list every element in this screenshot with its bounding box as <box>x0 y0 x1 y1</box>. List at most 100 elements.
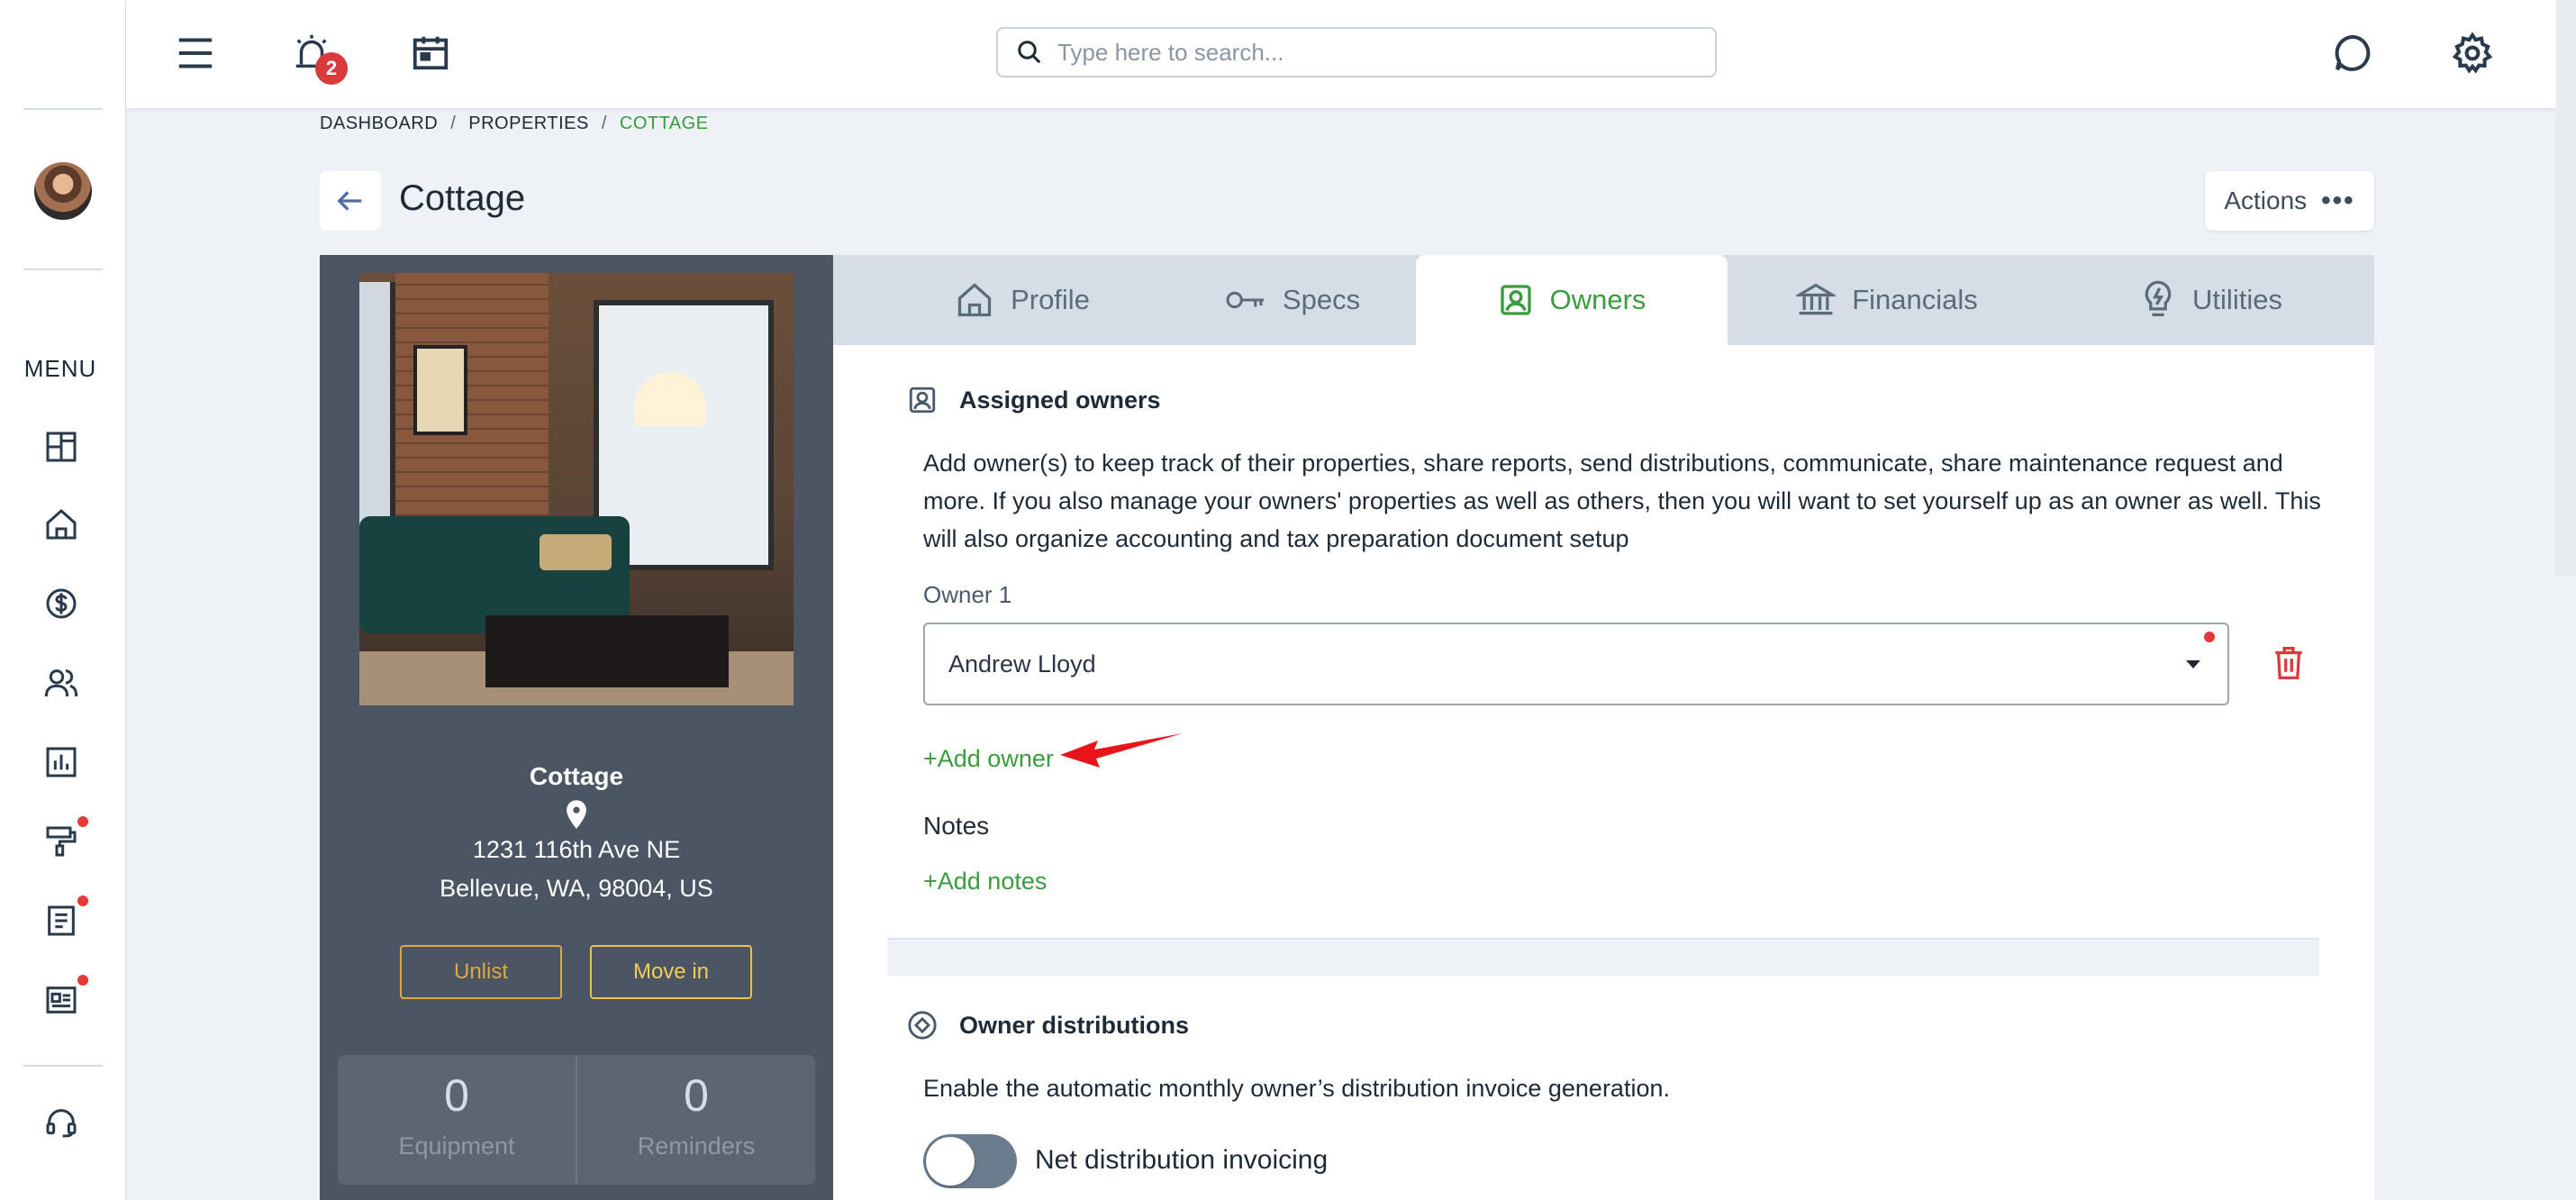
stat-reminders[interactable]: 0 Reminders <box>576 1055 815 1185</box>
lightbulb-icon <box>2145 280 2172 317</box>
net-distribution-label: Net distribution invoicing <box>1035 1145 1329 1175</box>
notification-dot <box>77 816 88 827</box>
sidebar-item-people[interactable] <box>41 663 81 703</box>
tab-owners[interactable]: Owners <box>1416 255 1728 345</box>
property-tabs: Profile Specs Owners Financials Utilitie… <box>833 255 2374 345</box>
alerts-count-badge: 2 <box>315 52 348 85</box>
messages-button[interactable] <box>2329 29 2378 77</box>
toggle-knob <box>926 1137 975 1186</box>
owner-1-value: Andrew Lloyd <box>948 650 1096 677</box>
home-icon <box>957 283 992 317</box>
breadcrumb-properties[interactable]: PROPERTIES <box>468 114 589 133</box>
net-distribution-toggle[interactable] <box>923 1134 1017 1188</box>
owner-distributions-header: Owner distributions <box>907 1010 1189 1041</box>
notification-dot <box>77 975 88 986</box>
sidebar-item-support[interactable] <box>41 1103 81 1142</box>
unlist-button[interactable]: Unlist <box>400 945 562 999</box>
address-line-1: 1231 116th Ave NE <box>472 836 681 863</box>
key-icon <box>1226 291 1264 309</box>
move-in-button[interactable]: Move in <box>590 945 752 999</box>
section-title: Assigned owners <box>959 386 1161 414</box>
add-notes-link[interactable]: +Add notes <box>923 868 1047 895</box>
home-icon <box>46 508 77 540</box>
hamburger-icon <box>178 38 213 68</box>
add-owner-link[interactable]: +Add owner <box>923 745 1054 773</box>
avatar[interactable] <box>34 162 92 220</box>
tab-financials[interactable]: Financials <box>1734 255 2040 345</box>
dashboard-icon <box>46 432 77 462</box>
actions-label: Actions <box>2224 186 2308 214</box>
tab-specs[interactable]: Specs <box>1166 255 1419 345</box>
stat-value: 0 <box>684 1070 709 1121</box>
sidebar-item-properties[interactable] <box>41 505 81 544</box>
actions-button[interactable]: Actions ••• <box>2205 171 2374 231</box>
back-button[interactable] <box>320 171 381 231</box>
breadcrumb: DASHBOARD / PROPERTIES / COTTAGE <box>320 114 709 133</box>
calendar-button[interactable] <box>407 29 454 76</box>
owner-1-select[interactable]: Andrew Lloyd <box>923 623 2229 705</box>
sidebar-divider <box>23 1065 103 1067</box>
property-stats: 0 Equipment 0 Reminders <box>338 1055 815 1185</box>
sidebar-item-accounting[interactable] <box>41 584 81 623</box>
sidebar-divider <box>23 268 103 270</box>
tab-utilities[interactable]: Utilities <box>2076 255 2346 345</box>
delete-owner-button[interactable] <box>2267 641 2310 686</box>
arrow-left-icon <box>337 191 362 211</box>
address-line-2: Bellevue, WA, 98004, US <box>440 875 713 902</box>
sidebar: MENU <box>0 0 126 1200</box>
sidebar-item-dashboard[interactable] <box>41 427 81 467</box>
paint-roller-icon <box>46 826 77 857</box>
section-divider <box>887 938 2319 976</box>
tab-label: Financials <box>1852 284 1978 315</box>
owners-description: Add owner(s) to keep track of their prop… <box>923 450 2321 552</box>
tab-profile[interactable]: Profile <box>887 255 1157 345</box>
stat-value: 0 <box>444 1070 469 1121</box>
diamond-circle-icon <box>908 1011 937 1040</box>
breadcrumb-current: COTTAGE <box>619 114 709 133</box>
chart-icon <box>46 747 77 777</box>
notification-dot <box>77 895 88 906</box>
search-icon <box>1018 41 1041 64</box>
owner-1-label: Owner 1 <box>923 581 1012 608</box>
notes-label: Notes <box>923 812 990 840</box>
calendar-icon <box>413 36 449 70</box>
document-icon <box>48 905 75 936</box>
owner-icon <box>1500 285 1531 315</box>
headset-icon <box>46 1109 77 1138</box>
page-title: Cottage <box>399 178 526 218</box>
sidebar-item-documents[interactable] <box>41 901 81 941</box>
property-summary-panel: Cottage 1231 116th Ave NE Bellevue, WA, … <box>320 255 833 1200</box>
hamburger-menu-button[interactable] <box>173 31 218 76</box>
assigned-owners-header: Assigned owners <box>907 385 1161 415</box>
chat-bubble-icon <box>2335 34 2371 71</box>
tab-label: Profile <box>1011 284 1090 315</box>
sidebar-divider <box>23 108 103 110</box>
search-input[interactable] <box>1057 38 1688 67</box>
search-box[interactable] <box>996 27 1717 77</box>
annotation-arrow-icon <box>1060 733 1183 768</box>
stat-equipment[interactable]: 0 Equipment <box>338 1055 576 1185</box>
more-dots-icon: ••• <box>2321 186 2355 215</box>
bank-icon <box>1796 283 1837 315</box>
breadcrumb-dashboard[interactable]: DASHBOARD <box>320 114 438 133</box>
tab-label: Owners <box>1549 284 1646 315</box>
scrollbar[interactable] <box>2556 0 2576 577</box>
sidebar-item-maintenance[interactable] <box>41 822 81 861</box>
gear-icon <box>2452 32 2493 74</box>
section-title: Owner distributions <box>959 1011 1190 1039</box>
trash-icon <box>2275 647 2302 679</box>
settings-button[interactable] <box>2448 29 2497 77</box>
distributions-description: Enable the automatic monthly owner’s dis… <box>923 1075 1670 1102</box>
sidebar-item-reports[interactable] <box>41 742 81 782</box>
property-name: Cottage <box>529 762 624 790</box>
stat-label: Equipment <box>398 1132 515 1159</box>
property-photo[interactable] <box>359 273 794 705</box>
sidebar-item-listings[interactable] <box>41 980 81 1020</box>
top-bar: 2 <box>126 0 2576 108</box>
users-icon <box>44 669 78 697</box>
required-dot <box>2204 632 2215 642</box>
newspaper-icon <box>46 986 77 1014</box>
tab-label: Utilities <box>2192 284 2282 315</box>
owner-icon <box>909 386 936 414</box>
dollar-icon <box>46 588 77 619</box>
